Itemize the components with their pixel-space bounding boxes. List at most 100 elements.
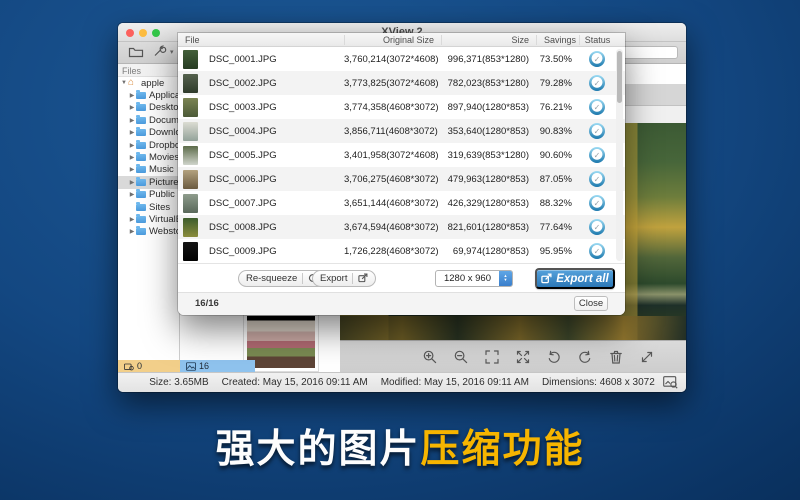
table-row[interactable]: DSC_0007.JPG 3,651,144(4608*3072) 426,32… bbox=[178, 191, 625, 215]
size-preset-select[interactable]: 1280 x 960 ▲▼ bbox=[435, 270, 513, 287]
sidebar-item-desktop[interactable]: ▶ Desktop bbox=[118, 102, 179, 114]
sidebar-item-music[interactable]: ▶ Music bbox=[118, 164, 179, 176]
dialog-scrollbar[interactable] bbox=[616, 49, 623, 261]
sidebar-item-pictures[interactable]: ▶ Pictures bbox=[118, 176, 179, 188]
scrollbar-thumb[interactable] bbox=[617, 51, 622, 103]
zoom-in-icon[interactable] bbox=[423, 350, 437, 364]
row-savings: 76.21% bbox=[536, 102, 579, 113]
row-thumbnail bbox=[183, 50, 198, 69]
row-thumbnail bbox=[183, 242, 198, 261]
table-row[interactable]: DSC_0006.JPG 3,706,275(4608*3072) 479,96… bbox=[178, 167, 625, 191]
table-row[interactable]: DSC_0008.JPG 3,674,594(4608*3072) 821,60… bbox=[178, 215, 625, 239]
sidebar-item-label: apple bbox=[141, 78, 164, 89]
caption-gold-text: 压缩功能 bbox=[421, 428, 585, 471]
row-savings: 88.32% bbox=[536, 198, 579, 209]
water-reflection bbox=[340, 316, 686, 340]
tools-icon[interactable] bbox=[152, 45, 167, 63]
image-view-toolbar bbox=[340, 340, 686, 372]
sidebar-item-apple[interactable]: ▼ ⌂ apple bbox=[118, 77, 179, 89]
disclosure-icon[interactable]: ▶ bbox=[128, 166, 136, 173]
rotate-left-icon[interactable] bbox=[547, 350, 561, 364]
table-row[interactable]: DSC_0001.JPG 3,760,214(3072*4608) 996,37… bbox=[178, 47, 625, 71]
column-header-file[interactable]: File bbox=[178, 35, 344, 45]
disclosure-icon[interactable]: ▶ bbox=[128, 179, 136, 186]
status-check-icon[interactable]: ✓ bbox=[589, 123, 605, 139]
row-compressed-size: 69,974(1280*853) bbox=[441, 246, 536, 257]
fullscreen-icon[interactable] bbox=[640, 350, 654, 364]
open-folder-icon[interactable] bbox=[128, 45, 144, 63]
fit-screen-icon[interactable] bbox=[485, 350, 499, 364]
counter-badges: 0 16 bbox=[118, 360, 255, 372]
disclosure-icon[interactable]: ▼ bbox=[120, 80, 128, 86]
status-check-icon[interactable]: ✓ bbox=[589, 75, 605, 91]
disclosure-icon[interactable]: ▶ bbox=[128, 228, 136, 235]
sidebar-item-downloads[interactable]: ▶ Downloads bbox=[118, 127, 179, 139]
disclosure-icon[interactable]: ▶ bbox=[128, 216, 136, 223]
row-thumbnail bbox=[183, 218, 198, 237]
search-input[interactable] bbox=[622, 46, 678, 59]
minimize-window-button[interactable] bbox=[139, 29, 147, 37]
table-row[interactable]: DSC_0005.JPG 3,401,958(3072*4608) 319,63… bbox=[178, 143, 625, 167]
export-all-button[interactable]: Export all bbox=[535, 268, 615, 289]
row-compressed-size: 479,963(1280*853) bbox=[441, 174, 536, 185]
row-filename: DSC_0009.JPG bbox=[202, 246, 344, 257]
export-button[interactable]: Export bbox=[312, 270, 376, 287]
zoom-window-button[interactable] bbox=[152, 29, 160, 37]
sidebar-item-virtualbox[interactable]: ▶ VirtualBox bbox=[118, 213, 179, 225]
status-check-icon[interactable]: ✓ bbox=[589, 99, 605, 115]
zoom-out-icon[interactable] bbox=[454, 350, 468, 364]
pending-badge: 0 bbox=[118, 360, 180, 372]
sidebar-item-movies[interactable]: ▶ Movies bbox=[118, 151, 179, 163]
status-check-icon[interactable]: ✓ bbox=[589, 195, 605, 211]
sidebar-item-documents[interactable]: ▶ Documents bbox=[118, 114, 179, 126]
status-check-icon[interactable]: ✓ bbox=[589, 51, 605, 67]
row-savings: 87.05% bbox=[536, 174, 579, 185]
column-header-size[interactable]: Size bbox=[441, 35, 536, 45]
disclosure-icon[interactable]: ▶ bbox=[128, 92, 136, 99]
select-stepper-icon[interactable]: ▲▼ bbox=[499, 271, 512, 286]
sidebar-item-webstorm[interactable]: ▶ Webstorm bbox=[118, 226, 179, 238]
sidebar-item-applications[interactable]: ▶ Applications bbox=[118, 89, 179, 101]
pending-count: 0 bbox=[137, 361, 142, 371]
row-thumbnail bbox=[183, 74, 198, 93]
folder-icon bbox=[136, 191, 146, 198]
row-thumbnail bbox=[183, 194, 198, 213]
disclosure-icon[interactable]: ▶ bbox=[128, 154, 136, 161]
disclosure-icon[interactable]: ▶ bbox=[128, 129, 136, 136]
disclosure-icon[interactable]: ▶ bbox=[128, 191, 136, 198]
close-window-button[interactable] bbox=[126, 29, 134, 37]
disclosure-icon[interactable]: ▶ bbox=[128, 117, 136, 124]
close-button[interactable]: Close bbox=[574, 296, 608, 311]
table-row[interactable]: DSC_0004.JPG 3,856,711(4608*3072) 353,64… bbox=[178, 119, 625, 143]
file-tree: ▼ ⌂ apple ▶ Applications ▶ Desktop ▶ Doc… bbox=[118, 77, 179, 238]
sidebar-item-dropbox[interactable]: ▶ Dropbox bbox=[118, 139, 179, 151]
table-row[interactable]: DSC_0002.JPG 3,773,825(3072*4608) 782,02… bbox=[178, 71, 625, 95]
home-icon: ⌂ bbox=[128, 79, 134, 87]
status-modified: Modified: May 15, 2016 09:11 AM bbox=[381, 377, 529, 388]
disclosure-icon[interactable]: ▶ bbox=[128, 142, 136, 149]
table-row[interactable]: DSC_0003.JPG 3,774,358(4608*3072) 897,94… bbox=[178, 95, 625, 119]
delete-icon[interactable] bbox=[609, 350, 623, 364]
status-check-icon[interactable]: ✓ bbox=[589, 243, 605, 259]
table-row[interactable]: DSC_0009.JPG 1,726,228(4608*3072) 69,974… bbox=[178, 239, 625, 263]
row-savings: 73.50% bbox=[536, 54, 579, 65]
rotate-right-icon[interactable] bbox=[578, 350, 592, 364]
folder-icon bbox=[136, 204, 146, 211]
row-filename: DSC_0007.JPG bbox=[202, 198, 344, 209]
column-header-savings[interactable]: Savings bbox=[536, 35, 579, 45]
preview-search-icon[interactable] bbox=[663, 376, 678, 392]
sidebar-item-public[interactable]: ▶ Public bbox=[118, 189, 179, 201]
tools-caret-icon[interactable]: ▾ bbox=[170, 48, 174, 56]
status-check-icon[interactable]: ✓ bbox=[589, 171, 605, 187]
row-savings: 77.64% bbox=[536, 222, 579, 233]
sidebar-item-sites[interactable]: Sites bbox=[118, 201, 179, 213]
disclosure-icon[interactable]: ▶ bbox=[128, 104, 136, 111]
actual-size-icon[interactable] bbox=[516, 350, 530, 364]
status-check-icon[interactable]: ✓ bbox=[589, 219, 605, 235]
row-filename: DSC_0008.JPG bbox=[202, 222, 344, 233]
export-all-icon bbox=[541, 273, 552, 284]
row-savings: 90.60% bbox=[536, 150, 579, 161]
status-check-icon[interactable]: ✓ bbox=[589, 147, 605, 163]
column-header-status[interactable]: Status bbox=[579, 35, 615, 45]
column-header-original[interactable]: Original Size bbox=[344, 35, 441, 45]
